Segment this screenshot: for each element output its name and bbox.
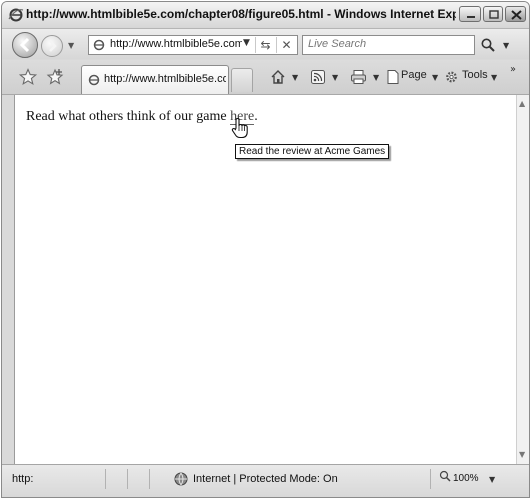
link-tooltip: Read the review at Acme Games <box>235 144 390 159</box>
vertical-scrollbar[interactable]: ▲ ▼ <box>516 95 529 464</box>
more-commands-chevron-icon[interactable]: ›› <box>510 64 516 75</box>
minimize-button[interactable] <box>459 6 481 22</box>
page-icon <box>88 74 100 86</box>
tab-label: http://www.htmlbible5e.com/chapter08/fig… <box>104 73 226 85</box>
search-placeholder: Live Search <box>308 38 367 50</box>
internet-globe-icon <box>174 472 188 486</box>
refresh-icon: ⇆ <box>260 38 271 52</box>
status-divider <box>430 469 431 489</box>
navigation-bar: ▼ http://www.htmlbible5e.com/chapter08/f… <box>2 29 529 59</box>
home-dropdown[interactable]: ▼ <box>292 73 298 82</box>
browser-window: http://www.htmlbible5e.com/chapter08/fig… <box>1 1 530 498</box>
print-icon[interactable] <box>350 69 367 85</box>
zoom-level[interactable]: 100% <box>453 473 479 484</box>
tab-bar: http://www.htmlbible5e.com/chapter08/fig… <box>2 60 529 95</box>
tools-menu-dropdown[interactable]: ▼ <box>491 73 497 82</box>
status-divider <box>105 469 106 489</box>
refresh-button[interactable]: ⇆ <box>255 37 275 53</box>
feeds-icon[interactable] <box>310 69 326 85</box>
stop-icon: ✕ <box>281 38 292 52</box>
tab-current[interactable]: http://www.htmlbible5e.com/chapter08/fig… <box>81 65 229 94</box>
page-menu-dropdown[interactable]: ▼ <box>432 73 438 82</box>
tools-gear-icon <box>446 71 457 83</box>
home-icon[interactable] <box>270 69 286 85</box>
minimize-icon <box>467 16 475 18</box>
scroll-up-icon[interactable]: ▲ <box>519 99 525 108</box>
back-arrow-icon <box>19 37 30 53</box>
status-bar: http: Internet | Protected Mode: On 100%… <box>2 464 529 497</box>
search-options-dropdown[interactable]: ▼ <box>503 41 509 50</box>
tools-menu-label[interactable]: Tools <box>462 69 488 85</box>
print-dropdown[interactable]: ▼ <box>373 73 379 82</box>
search-icon[interactable] <box>480 37 496 53</box>
maximize-icon <box>489 10 499 19</box>
page-menu-icon <box>387 70 399 84</box>
review-sentence: Read what others think of our game here. <box>26 109 258 125</box>
zoom-magnifier-icon <box>439 470 451 482</box>
zoom-dropdown[interactable]: ▼ <box>489 475 495 484</box>
back-button[interactable] <box>12 32 38 58</box>
close-icon <box>511 10 522 20</box>
forward-arrow-icon <box>49 40 57 52</box>
stop-button[interactable]: ✕ <box>276 37 296 53</box>
sentence-end: . <box>254 109 258 124</box>
hand-cursor-icon <box>231 117 248 139</box>
search-box[interactable]: Live Search <box>302 35 475 55</box>
address-bar[interactable]: http://www.htmlbible5e.com/chapter08/fig… <box>88 35 298 55</box>
status-divider <box>149 469 150 489</box>
title-bar: http://www.htmlbible5e.com/chapter08/fig… <box>2 2 529 29</box>
window-title: http://www.htmlbible5e.com/chapter08/fig… <box>26 7 456 21</box>
sentence-text: Read what others think of our game <box>26 109 231 124</box>
ie-logo-icon <box>8 8 24 22</box>
security-zone[interactable]: Internet | Protected Mode: On <box>193 473 338 485</box>
recent-pages-dropdown[interactable]: ▼ <box>68 41 74 50</box>
address-dropdown[interactable]: ▼ <box>243 38 250 48</box>
address-input[interactable]: http://www.htmlbible5e.com/chapter08/fig… <box>110 38 242 50</box>
close-button[interactable] <box>505 6 526 22</box>
status-text: http: <box>12 473 34 485</box>
status-divider <box>127 469 128 489</box>
new-tab-button[interactable] <box>231 68 253 92</box>
forward-button[interactable] <box>41 35 63 57</box>
scroll-down-icon[interactable]: ▼ <box>519 450 525 459</box>
page-menu-label[interactable]: Page <box>401 69 427 85</box>
feeds-dropdown[interactable]: ▼ <box>332 73 338 82</box>
page-content: Read what others think of our game here.… <box>14 95 516 464</box>
add-favorite-icon[interactable] <box>46 68 64 86</box>
maximize-button[interactable] <box>483 6 503 22</box>
favorites-star-icon[interactable] <box>19 68 37 86</box>
page-icon <box>93 39 105 51</box>
